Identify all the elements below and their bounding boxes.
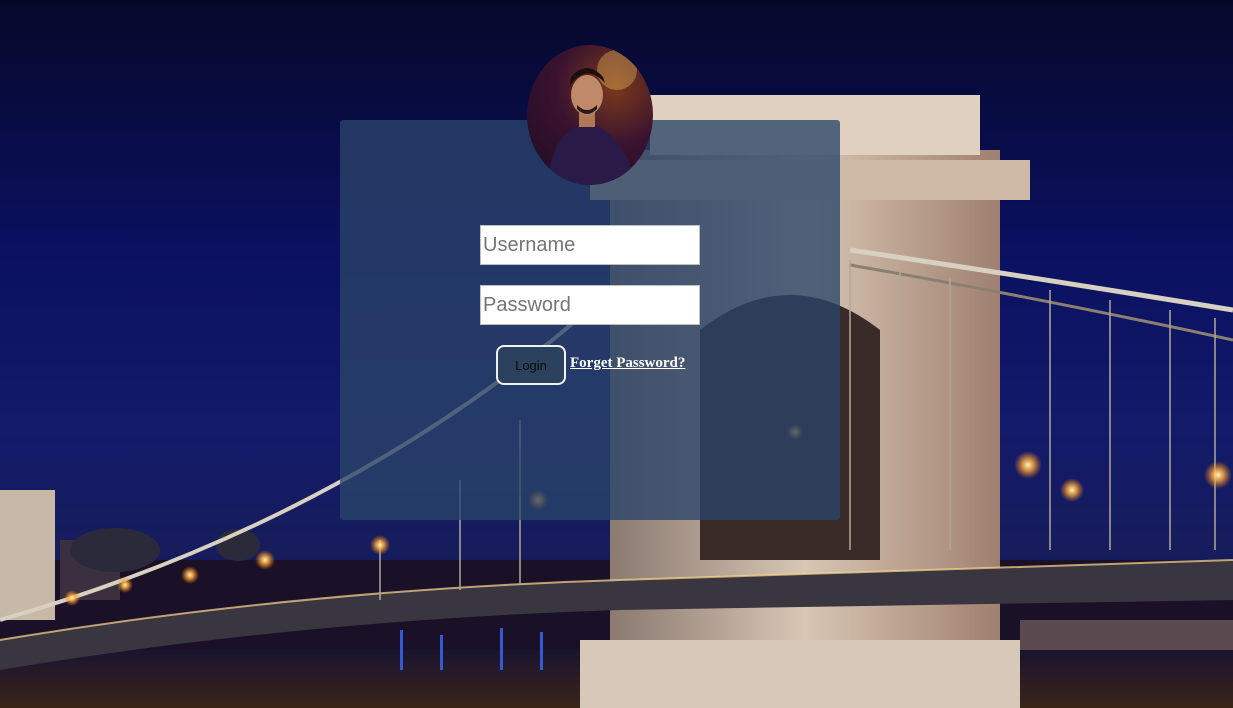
login-button[interactable]: Login [496,345,566,385]
password-input[interactable] [480,285,700,325]
avatar [527,45,653,185]
username-input[interactable] [480,225,700,265]
profile-photo-icon [547,50,637,185]
forgot-password-link[interactable]: Forget Password? [570,355,685,372]
